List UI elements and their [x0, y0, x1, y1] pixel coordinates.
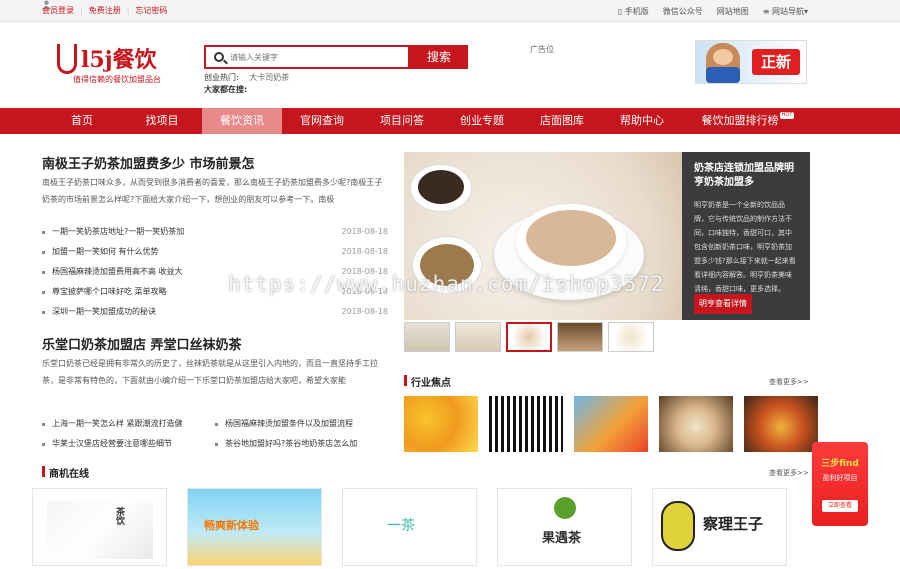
- search-input[interactable]: [230, 50, 400, 64]
- industry-image[interactable]: [404, 396, 478, 452]
- ad-banner[interactable]: 正新: [695, 40, 807, 84]
- business-online-title: 商机在线: [42, 465, 89, 480]
- slider-thumb[interactable]: [608, 322, 654, 352]
- header: l5j餐饮 值得信赖的餐饮加盟品台 搜索 创业热门: 大卡司奶茶 大家都在搜: …: [0, 22, 900, 108]
- nav-help[interactable]: 帮助中心: [602, 108, 682, 134]
- list-item[interactable]: 一期一笑奶茶店地址?一期一笑奶茶加 2018-08-18: [42, 222, 388, 242]
- industry-focus-title: 行业焦点: [404, 374, 451, 389]
- site-logo[interactable]: l5j餐饮 值得信赖的餐饮加盟品台: [55, 42, 165, 88]
- article-summary-2: 乐堂口奶茶已经是拥有非常久的历史了，丝袜奶茶就是从这里引入内地的，而且一直坚持手…: [42, 359, 378, 385]
- article-summary-1: 南极王子奶茶口味众多，从而受到很多消费者的喜爱，那么南极王子奶茶加盟费多少呢?南…: [42, 178, 383, 204]
- logo-text: l5j餐饮: [81, 47, 157, 73]
- ad-placeholder-text: 广告位: [530, 45, 554, 54]
- site-nav-link[interactable]: ≡ 网站导航▾: [763, 6, 808, 17]
- top-bar: 会员登录 | 免费注册 | 忘记密码 ▯ 手机版 微信公众号 网站地图 ≡ 网站…: [0, 0, 900, 22]
- business-more-link[interactable]: 查看更多>>: [769, 468, 809, 478]
- login-link[interactable]: 会员登录: [42, 5, 74, 16]
- nav-home[interactable]: 首页: [42, 108, 122, 134]
- float-ad-button[interactable]: 立即查看: [822, 500, 858, 512]
- list-item[interactable]: 茶谷地加盟好吗?茶谷地奶茶店怎么加: [215, 434, 388, 454]
- slider-thumbnails: [404, 322, 654, 352]
- list-item[interactable]: 杨国福麻辣烫加盟条件以及加盟流程: [215, 414, 388, 434]
- list-item[interactable]: 上海一期一笑怎么样 紧跟潮流打造健: [42, 414, 215, 434]
- watermark-text: https://www.huzhan.com/ishop3572: [228, 272, 665, 296]
- nav-gallery[interactable]: 店面图库: [522, 108, 602, 134]
- hot-badge: HOT: [780, 112, 794, 119]
- brand-card[interactable]: 一茶: [342, 488, 477, 566]
- industry-image[interactable]: [659, 396, 733, 452]
- brand-card[interactable]: 果遇茶: [497, 488, 632, 566]
- slider-thumb[interactable]: [557, 322, 603, 352]
- mobile-link[interactable]: ▯ 手机版: [618, 6, 649, 17]
- phone-icon: ▯: [617, 7, 623, 16]
- main-nav: 首页 找项目 餐饮资讯 官网查询 项目问答 创业专题 店面图库 帮助中心 餐饮加…: [0, 108, 900, 134]
- nav-official-query[interactable]: 官网查询: [282, 108, 362, 134]
- hot-keyword-link[interactable]: 大卡司奶茶: [249, 73, 289, 82]
- news-list-2: 上海一期一笑怎么样 紧跟潮流打造健 杨国福麻辣烫加盟条件以及加盟流程 华莱士汉堡…: [42, 414, 388, 454]
- searching-now-label: 大家都在搜:: [204, 85, 248, 94]
- nav-projects[interactable]: 找项目: [122, 108, 202, 134]
- nav-topics[interactable]: 创业专题: [442, 108, 522, 134]
- qr-code-image[interactable]: [489, 396, 563, 452]
- list-item[interactable]: 华莱士汉堡店经营要注意哪些细节: [42, 434, 215, 454]
- ad-brand-logo: 正新: [752, 49, 800, 75]
- nav-ranking[interactable]: 餐饮加盟排行榜 HOT: [682, 108, 798, 134]
- article-title-1[interactable]: 南极王子奶茶加盟费多少 市场前景怎: [42, 153, 255, 172]
- article-title-2[interactable]: 乐堂口奶茶加盟店 弄堂口丝袜奶茶: [42, 334, 242, 353]
- hot-searches: 创业热门: 大卡司奶茶: [204, 73, 290, 82]
- search-bar: 搜索: [204, 45, 470, 69]
- floating-ad[interactable]: 三步find 盈利好项目 立即查看: [812, 442, 868, 526]
- list-item[interactable]: 加盟一期一笑如何 有什么优势 2018-08-18: [42, 242, 388, 262]
- list-item[interactable]: 深圳一期一笑加盟成功的秘诀 2018-08-18: [42, 302, 388, 322]
- search-button[interactable]: 搜索: [410, 45, 468, 69]
- slider-thumb[interactable]: [404, 322, 450, 352]
- slider-caption-panel: 奶茶店连锁加盟品牌明亨奶茶加盟多 明亨奶茶是一个全新的饮品品牌，它与传统饮品的制…: [682, 152, 810, 320]
- search-icon: [214, 52, 224, 62]
- nav-qa[interactable]: 项目问答: [362, 108, 442, 134]
- brand-card[interactable]: 察理王子: [652, 488, 787, 566]
- chevron-down-icon: ▾: [803, 7, 808, 16]
- sitemap-link[interactable]: 网站地图: [717, 6, 749, 17]
- brand-card[interactable]: 畅爽新体验: [187, 488, 322, 566]
- ad-person-image: [706, 43, 740, 83]
- register-link[interactable]: 免费注册: [89, 5, 121, 16]
- slider-thumb-active[interactable]: [506, 322, 552, 352]
- brand-logo-icon: [554, 497, 576, 519]
- cup-icon: [57, 44, 77, 74]
- industry-image[interactable]: [744, 396, 818, 452]
- menu-icon: ≡: [762, 7, 770, 16]
- wechat-link[interactable]: 微信公众号: [663, 6, 703, 17]
- brand-card[interactable]: 茶饮: [32, 488, 167, 566]
- view-details-button[interactable]: 明亨查看详情: [694, 294, 752, 314]
- search-box: [204, 45, 410, 69]
- industry-images: [404, 396, 818, 452]
- industry-image[interactable]: [574, 396, 648, 452]
- industry-more-link[interactable]: 查看更多>>: [769, 377, 809, 387]
- nav-news[interactable]: 餐饮资讯: [202, 108, 282, 134]
- slider-title[interactable]: 奶茶店连锁加盟品牌明亨奶茶加盟多: [694, 162, 798, 190]
- slider-thumb[interactable]: [455, 322, 501, 352]
- forgot-password-link[interactable]: 忘记密码: [135, 5, 167, 16]
- brand-mascot-icon: [661, 501, 695, 551]
- business-cards: 茶饮 畅爽新体验 一茶 果遇茶 察理王子: [32, 488, 787, 566]
- logo-slogan: 值得信赖的餐饮加盟品台: [73, 75, 161, 84]
